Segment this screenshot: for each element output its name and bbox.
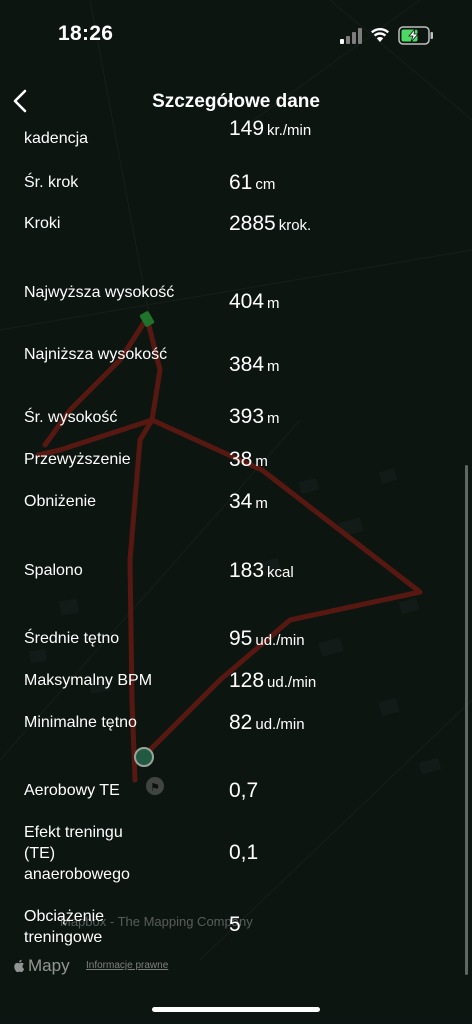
stat-label: Śr. wysokość	[24, 409, 118, 426]
home-indicator[interactable]	[152, 1007, 320, 1012]
status-time: 18:26	[58, 22, 114, 45]
stat-label: Obniżenie	[24, 493, 97, 510]
stat-label: Średnie tętno	[24, 630, 120, 647]
stat-label: Spalono	[24, 562, 83, 579]
stat-label: Maksymalny BPM	[24, 672, 153, 689]
wifi-icon	[370, 28, 390, 42]
stat-label: Aerobowy TE	[24, 782, 120, 799]
stat-label: Śr. krok	[24, 174, 79, 191]
cellular-signal-icon	[340, 28, 362, 44]
stat-value: 2885 krok.	[229, 212, 312, 235]
stat-value: 404 m	[229, 290, 280, 313]
stat-label: Efekt treningu (TE) anaerobowego	[24, 824, 130, 883]
stat-label: Kroki	[24, 215, 61, 232]
maps-brand: Mapy	[28, 956, 70, 975]
stat-value: 393 m	[229, 405, 280, 428]
battery-charging-icon	[398, 26, 433, 45]
stat-label: Przewyższenie	[24, 451, 131, 468]
stat-value: 183 kcal	[229, 559, 294, 582]
stat-value: 82 ud./min	[229, 711, 305, 734]
maps-logo: Mapy	[12, 956, 70, 976]
map-attribution: Mapbox - The Mapping Company	[60, 914, 253, 929]
legal-info-link[interactable]: Informacje prawne	[86, 960, 168, 971]
stat-label: kadencja	[24, 130, 89, 147]
stat-value: 149 kr./min	[229, 117, 312, 140]
stat-value: 95 ud./min	[229, 627, 305, 650]
stat-label: Najwyższa wysokość	[24, 284, 175, 301]
stat-value: 61 cm	[229, 171, 276, 194]
scrollbar[interactable]	[465, 465, 468, 975]
stat-value: 0,7	[229, 779, 259, 802]
stat-value: 384 m	[229, 353, 280, 376]
stat-value: 128 ud./min	[229, 669, 317, 692]
stat-label: Najniższa wysokość	[24, 346, 168, 363]
stat-value: 0,1	[229, 841, 259, 864]
apple-logo-icon	[14, 959, 25, 973]
stat-label: Minimalne tętno	[24, 714, 137, 731]
stat-value: 38 m	[229, 448, 268, 471]
status-bar: 18:26	[0, 0, 472, 70]
page-title: Szczegółowe dane	[152, 91, 320, 112]
stat-value: 34 m	[229, 490, 268, 513]
